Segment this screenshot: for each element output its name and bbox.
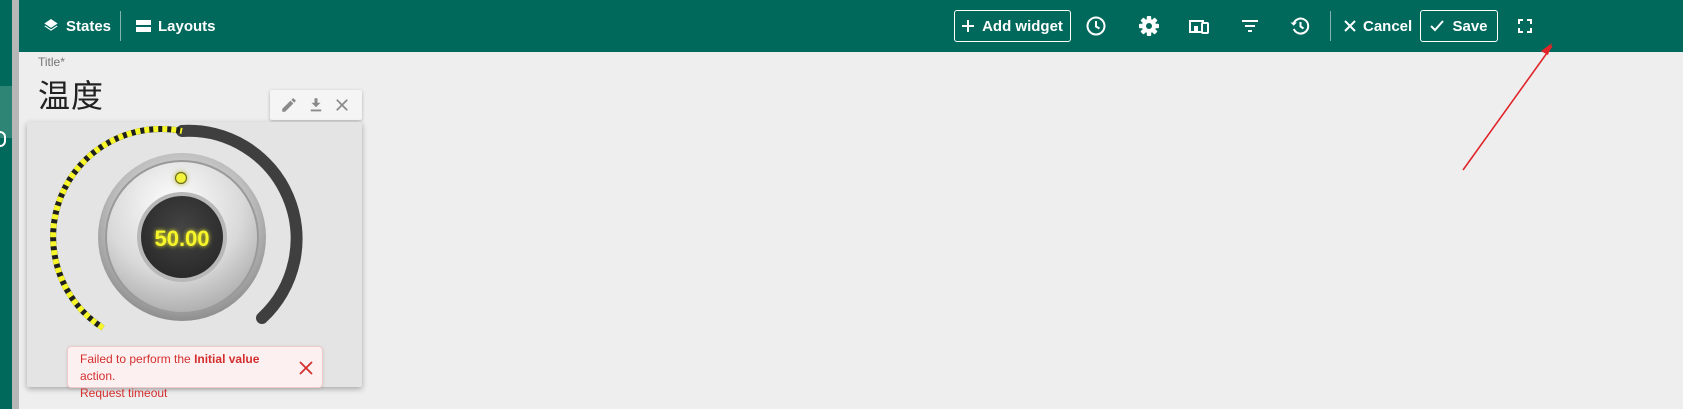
download-icon[interactable] — [307, 96, 325, 114]
plus-icon — [962, 20, 975, 32]
edit-pencil-icon[interactable] — [280, 96, 298, 114]
left-sidebar-edge — [0, 0, 19, 409]
widget-action-bar — [270, 90, 362, 120]
check-icon — [1430, 20, 1445, 32]
layouts-button[interactable]: Layouts — [136, 0, 216, 52]
toolbar-divider — [120, 11, 121, 41]
save-label: Save — [1452, 17, 1488, 35]
fullscreen-icon[interactable] — [1513, 14, 1537, 38]
sidebar-partial-icon — [0, 131, 6, 147]
toast-message: Failed to perform the Initial value acti… — [80, 351, 296, 385]
error-toast: Failed to perform the Initial value acti… — [67, 346, 323, 400]
layouts-icon — [136, 20, 151, 32]
toolbar-divider-right — [1330, 11, 1331, 41]
filter-icon[interactable] — [1238, 14, 1262, 38]
devices-icon[interactable] — [1187, 14, 1211, 38]
toast-message-line2: Request timeout — [80, 386, 168, 400]
dashboard-toolbar: States Layouts Add widget Cancel Save — [19, 0, 1683, 52]
layouts-label: Layouts — [158, 17, 216, 35]
gear-icon[interactable] — [1137, 14, 1161, 38]
toast-message-suffix: action. — [80, 369, 116, 383]
title-field-label: Title* — [38, 55, 65, 69]
states-button[interactable]: States — [43, 0, 111, 52]
toast-close-icon[interactable] — [298, 360, 314, 376]
save-button[interactable]: Save — [1420, 10, 1498, 42]
add-widget-button[interactable]: Add widget — [954, 10, 1071, 42]
sidebar-selected-item[interactable] — [0, 86, 12, 138]
cancel-button[interactable]: Cancel — [1344, 0, 1412, 52]
states-label: States — [66, 17, 112, 35]
version-history-icon[interactable] — [1288, 14, 1312, 38]
close-icon — [1344, 20, 1356, 32]
knob-indicator-dot — [174, 171, 188, 185]
layers-icon — [44, 18, 58, 31]
remove-widget-icon[interactable] — [333, 96, 351, 114]
toast-message-prefix: Failed to perform the — [80, 352, 195, 366]
add-widget-label: Add widget — [982, 17, 1063, 35]
knob-value: 50.00 — [154, 226, 209, 251]
sidebar-scroll-strip — [12, 0, 19, 409]
cancel-label: Cancel — [1363, 17, 1413, 35]
dashboard-title[interactable]: 温度 — [38, 71, 104, 117]
history-clock-icon[interactable] — [1084, 14, 1108, 38]
toast-message-bold: Initial value — [194, 352, 260, 366]
